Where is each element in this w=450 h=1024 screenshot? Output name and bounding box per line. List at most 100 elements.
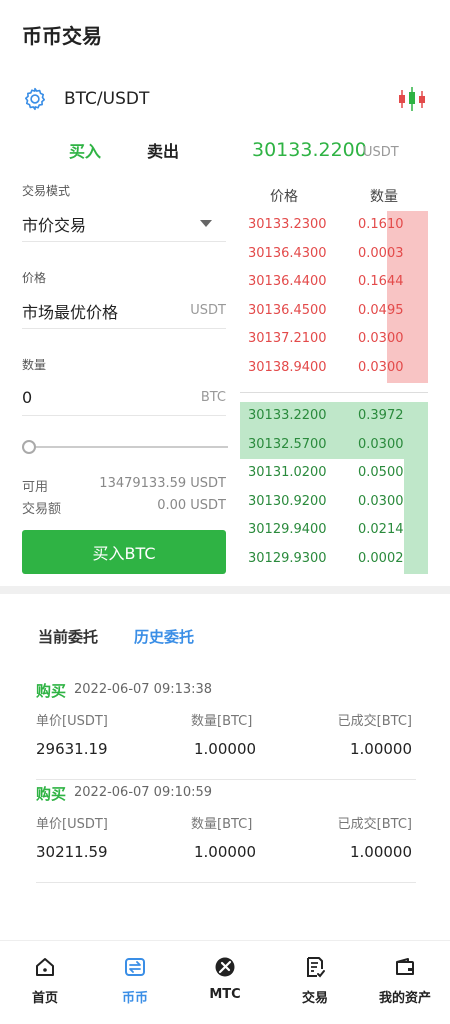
order-card[interactable]: 购买 2022-06-07 09:10:59 单价[USDT] 数量[BTC] 已成交[… <box>36 783 416 883</box>
unit-price-value: 30211.59 <box>36 843 108 861</box>
tab-buy[interactable]: 买入 <box>69 138 101 162</box>
tab-exchange[interactable]: 币币 <box>95 955 175 1006</box>
bid-row[interactable]: 30133.2200 0.3972 <box>240 402 428 431</box>
ask-row[interactable]: 30136.4400 0.1644 <box>240 268 428 297</box>
qty-input[interactable]: 0 BTC <box>22 380 226 416</box>
amount-label: 交易额 <box>22 502 62 517</box>
book-divider <box>240 392 428 393</box>
qty-unit: BTC <box>200 390 226 405</box>
exchange-icon <box>125 958 145 976</box>
tab-current-orders[interactable]: 当前委托 <box>38 626 98 647</box>
tab-mtc[interactable]: MTC <box>185 955 265 1002</box>
bid-price: 30132.5700 <box>248 436 327 452</box>
bid-price: 30133.2200 <box>248 408 327 423</box>
ask-row[interactable]: 30136.4500 0.0495 <box>240 296 428 326</box>
price-field[interactable]: 市场最优价格 USDT <box>22 293 226 329</box>
bottom-tab-bar: 首页 币币 MTC 交易 我的资产 <box>0 940 450 1024</box>
wallet-icon <box>396 958 414 975</box>
price-label: 价格 <box>22 271 47 285</box>
ask-row[interactable]: 30138.9400 0.0300 <box>240 354 428 383</box>
bid-row[interactable]: 30130.9200 0.0300 <box>240 487 428 517</box>
bid-qty: 0.0300 <box>358 493 404 509</box>
gear-icon[interactable] <box>22 86 48 112</box>
order-card[interactable]: 购买 2022-06-07 09:13:38 单价[USDT] 数量[BTC] 已成交[… <box>36 680 416 780</box>
qty-slider[interactable] <box>22 440 228 454</box>
tab-sell[interactable]: 卖出 <box>147 138 179 162</box>
bid-qty: 0.0300 <box>358 436 404 452</box>
tab-label: 我的资产 <box>378 991 431 1006</box>
filled-header: 已成交[BTC] <box>337 714 412 729</box>
ask-qty: 0.1644 <box>358 274 404 290</box>
qty-value: 1.00000 <box>194 740 257 758</box>
bid-qty: 0.0002 <box>358 551 404 566</box>
order-time: 2022-06-07 09:10:59 <box>74 785 213 800</box>
tab-label: MTC <box>209 987 241 1002</box>
bid-row[interactable]: 30132.5700 0.0300 <box>240 430 428 460</box>
trade-doc-icon <box>307 957 325 978</box>
candlestick-chart-icon[interactable] <box>396 86 428 112</box>
bid-qty: 0.0214 <box>358 522 404 538</box>
tab-label: 交易 <box>301 991 328 1006</box>
bid-depth-bar <box>403 459 428 488</box>
ask-row[interactable]: 30136.4300 0.0003 <box>240 239 428 269</box>
chevron-down-icon <box>200 220 212 227</box>
price-unit: USDT <box>190 303 226 318</box>
price-header: 价格 <box>270 189 298 205</box>
unit-price-header: 单价[USDT] <box>36 714 108 729</box>
amount-row: 交易额 0.00 USDT <box>22 498 226 517</box>
bid-row[interactable]: 30129.9300 0.0002 <box>240 545 428 574</box>
filled-header: 已成交[BTC] <box>337 817 412 832</box>
tab-trade[interactable]: 交易 <box>275 955 355 1006</box>
tab-order-history[interactable]: 历史委托 <box>134 626 194 647</box>
order-side: 购买 <box>36 785 67 803</box>
tab-home[interactable]: 首页 <box>5 955 85 1006</box>
mtc-icon <box>215 957 235 977</box>
ask-row[interactable]: 30137.2100 0.0300 <box>240 325 428 354</box>
ask-price: 30138.9400 <box>248 360 327 375</box>
amount-value: 0.00 USDT <box>157 498 226 513</box>
bid-row[interactable]: 30131.0200 0.0500 <box>240 459 428 488</box>
last-price: 30133.2200 <box>252 139 367 161</box>
qty-header: 数量[BTC] <box>191 817 253 832</box>
filled-value: 1.00000 <box>349 843 412 861</box>
ask-qty: 0.0300 <box>358 331 404 347</box>
qty-label: 数量 <box>22 358 47 372</box>
bid-qty: 0.0500 <box>358 465 404 481</box>
last-price-unit: USDT <box>363 145 399 160</box>
bid-depth-bar <box>403 487 428 517</box>
slider-track <box>22 446 228 448</box>
bid-depth-bar <box>403 516 428 545</box>
qty-value: 1.00000 <box>194 843 257 861</box>
bid-price: 30131.0200 <box>248 465 327 481</box>
ask-price: 30136.4500 <box>248 302 327 318</box>
ask-qty: 0.0495 <box>358 302 404 318</box>
buy-btc-button[interactable]: 买入BTC <box>22 530 226 574</box>
available-row: 可用 13479133.59 USDT <box>22 476 226 495</box>
order-side: 购买 <box>36 682 67 700</box>
ask-price: 30136.4300 <box>248 245 327 261</box>
order-time: 2022-06-07 09:13:38 <box>74 682 213 697</box>
bid-row[interactable]: 30129.9400 0.0214 <box>240 516 428 545</box>
mode-select[interactable]: 市价交易 <box>22 206 226 242</box>
unit-price-header: 单价[USDT] <box>36 817 108 832</box>
mode-label: 交易模式 <box>22 184 71 198</box>
ask-row[interactable]: 30133.2300 0.1610 <box>240 211 428 240</box>
bid-price: 30129.9400 <box>248 522 327 538</box>
section-divider <box>0 586 450 594</box>
ask-qty: 0.1610 <box>358 217 404 232</box>
tab-assets[interactable]: 我的资产 <box>365 955 445 1006</box>
ask-price: 30136.4400 <box>248 274 327 290</box>
available-value: 13479133.59 USDT <box>99 476 226 491</box>
ask-price: 30133.2300 <box>248 217 327 232</box>
tab-label: 首页 <box>31 991 58 1006</box>
bid-price: 30129.9300 <box>248 551 327 566</box>
ask-qty: 0.0003 <box>358 245 404 261</box>
pair-symbol[interactable]: BTC/USDT <box>64 89 149 109</box>
page-title: 币币交易 <box>22 24 102 48</box>
pair-bar: BTC/USDT <box>22 84 428 114</box>
slider-handle[interactable] <box>22 440 36 454</box>
price-value: 市场最优价格 <box>22 302 119 322</box>
filled-value: 1.00000 <box>349 740 412 758</box>
bid-depth-bar <box>403 545 428 574</box>
qty-value: 0 <box>22 388 33 407</box>
